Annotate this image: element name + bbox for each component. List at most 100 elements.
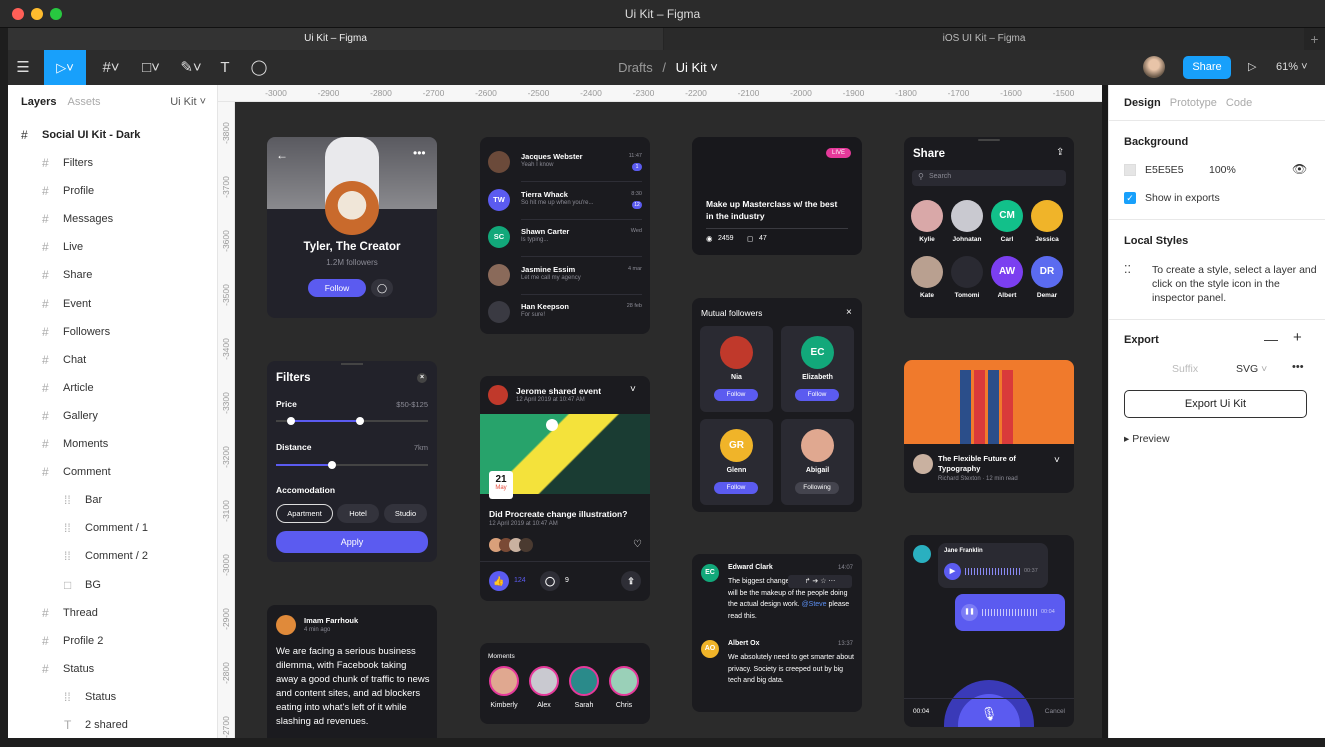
layer-item[interactable]: # Comment xyxy=(8,458,218,486)
moment-avatar[interactable] xyxy=(529,666,559,696)
share-person-avatar[interactable]: DR xyxy=(1031,256,1063,288)
incoming-voice-message[interactable]: Jane Franklin ▶ 00:37 xyxy=(938,543,1048,588)
price-min-handle[interactable] xyxy=(287,417,296,425)
tab-ui-kit[interactable]: Ui Kit – Figma xyxy=(8,28,663,50)
follow-button[interactable]: Follow xyxy=(308,279,366,297)
layer-item[interactable]: # Messages xyxy=(8,205,218,233)
main-menu-icon[interactable]: ☰ xyxy=(8,50,38,85)
messages-card[interactable]: TW SC Jacques Webster Yeah I know 11:47 1 Tier… xyxy=(480,137,650,334)
follower-tile[interactable]: Nia Follow xyxy=(700,326,773,412)
layer-item[interactable]: # Live xyxy=(8,233,218,261)
event-card[interactable]: Jerome shared event 12 April 2019 at 10:… xyxy=(480,376,650,601)
layer-item[interactable]: ⁞⁞ Status xyxy=(8,683,218,711)
tab-design[interactable]: Design xyxy=(1124,97,1161,109)
voice-chat-card[interactable]: Jane Franklin ▶ 00:37 ❚❚ 00:04 🎙 00:04 C… xyxy=(904,535,1074,727)
price-max-handle[interactable] xyxy=(355,417,364,425)
layer-item[interactable]: ⁞⁞ Comment / 1 xyxy=(8,514,218,542)
apply-button[interactable]: Apply xyxy=(276,531,428,553)
play-icon[interactable]: ▶ xyxy=(944,563,961,580)
mutual-followers-card[interactable]: Mutual followers × Nia Follow EC Elizabeth F… xyxy=(692,298,862,512)
tab-code[interactable]: Code xyxy=(1226,97,1252,109)
moment-avatar[interactable] xyxy=(489,666,519,696)
export-button[interactable]: Export Ui Kit xyxy=(1124,390,1307,418)
layer-item[interactable]: ⁞⁞ Comment / 2 xyxy=(8,542,218,570)
back-arrow-icon[interactable]: ← xyxy=(276,148,288,162)
follower-tile[interactable]: Abigail Following xyxy=(781,419,854,505)
layer-item[interactable]: ⁞⁞ Bar xyxy=(8,486,218,514)
thread-card[interactable]: EC Edward Clark 14:07 The biggest change… xyxy=(692,554,862,712)
profile-card[interactable]: ← ••• Tyler, The Creator 1.2M followers … xyxy=(267,137,437,318)
outgoing-voice-message[interactable]: ❚❚ 00:04 xyxy=(955,594,1065,631)
follower-tile[interactable]: GR Glenn Follow xyxy=(700,419,773,505)
chevron-down-icon[interactable]: ˅ xyxy=(1054,455,1060,466)
layer-item[interactable]: # Event xyxy=(8,290,218,318)
share-person-avatar[interactable] xyxy=(911,200,943,232)
pen-tool-icon[interactable]: ✎˅ xyxy=(174,50,208,85)
layer-item[interactable]: # Status xyxy=(8,655,218,683)
layer-item[interactable]: # Article xyxy=(8,374,218,402)
layer-item[interactable]: # Profile xyxy=(8,177,218,205)
like-icon[interactable]: 👍 xyxy=(489,571,509,591)
tab-assets[interactable]: Assets xyxy=(68,96,101,108)
background-opacity[interactable]: 100% xyxy=(1209,164,1236,176)
moment-avatar[interactable] xyxy=(609,666,639,696)
filters-card[interactable]: Filters × Price $50-$125 Distance 7km Ac… xyxy=(267,361,437,562)
add-export-icon[interactable]: + xyxy=(1293,329,1302,346)
pause-icon[interactable]: ❚❚ xyxy=(961,604,978,621)
layer-item[interactable]: # Gallery xyxy=(8,402,218,430)
price-slider-track[interactable] xyxy=(276,417,428,425)
share-button[interactable]: Share xyxy=(1183,56,1231,79)
layer-item[interactable]: T 2 shared xyxy=(8,711,218,739)
chevron-down-icon[interactable]: ˅ xyxy=(630,384,636,395)
reaction-toolbar[interactable]: ↱ ➔ ☆ ⋯ xyxy=(788,575,852,588)
follow-button[interactable]: Follow xyxy=(714,389,758,401)
more-options-icon[interactable]: ••• xyxy=(1292,361,1304,373)
remove-export-icon[interactable]: — xyxy=(1264,331,1278,347)
moment-avatar[interactable] xyxy=(569,666,599,696)
tab-layers[interactable]: Layers xyxy=(21,96,56,108)
upload-icon[interactable]: ⇪ xyxy=(1056,147,1064,158)
tab-prototype[interactable]: Prototype xyxy=(1170,97,1217,109)
follow-button[interactable]: Follow xyxy=(795,389,839,401)
follow-button[interactable]: Following xyxy=(795,482,839,494)
breadcrumb-parent[interactable]: Drafts xyxy=(618,60,653,75)
option-studio[interactable]: Studio xyxy=(384,504,427,523)
share-card[interactable]: Share ⇪ ⚲ Search Kylie Johnatan CM Carl Jess… xyxy=(904,137,1074,318)
close-window-button[interactable] xyxy=(12,8,24,20)
follower-tile[interactable]: EC Elizabeth Follow xyxy=(781,326,854,412)
share-person-avatar[interactable]: AW xyxy=(991,256,1023,288)
shape-tool-icon[interactable]: □˅ xyxy=(134,50,168,85)
canvas[interactable]: ← ••• Tyler, The Creator 1.2M followers … xyxy=(235,102,1102,738)
preview-toggle[interactable]: ▸ Preview xyxy=(1124,433,1170,445)
zoom-dropdown[interactable]: 61% ˅ xyxy=(1276,50,1308,85)
share-person-avatar[interactable] xyxy=(1031,200,1063,232)
option-apartment[interactable]: Apartment xyxy=(276,504,333,523)
message-icon[interactable]: ◯ xyxy=(371,279,393,297)
minimize-window-button[interactable] xyxy=(31,8,43,20)
comment-icon[interactable]: ◯ xyxy=(540,571,560,591)
present-icon[interactable]: ▷ xyxy=(1248,50,1256,85)
comment-tool-icon[interactable]: ◯ xyxy=(248,50,270,85)
more-options-icon[interactable]: ••• xyxy=(413,146,426,160)
layer-root[interactable]: # Social UI Kit - Dark xyxy=(8,121,218,149)
comment-card[interactable]: Imam Farrhouk 4 min ago We are facing a … xyxy=(267,605,437,738)
file-name[interactable]: Ui Kit xyxy=(676,60,707,75)
chevron-down-icon[interactable]: ˅ xyxy=(707,60,718,75)
background-hex[interactable]: E5E5E5 xyxy=(1145,164,1184,176)
cancel-button[interactable]: Cancel xyxy=(1045,708,1065,715)
frame-tool-icon[interactable]: #˅ xyxy=(94,50,128,85)
drag-handle[interactable] xyxy=(341,363,363,365)
option-hotel[interactable]: Hotel xyxy=(337,504,379,523)
text-tool-icon[interactable]: T xyxy=(214,50,236,85)
maximize-window-button[interactable] xyxy=(50,8,62,20)
layer-item[interactable]: # Moments xyxy=(8,430,218,458)
avatar[interactable] xyxy=(1143,56,1165,78)
share-icon[interactable]: ⇪ xyxy=(621,571,641,591)
layer-item[interactable]: # Followers xyxy=(8,318,218,346)
heart-icon[interactable]: ♡ xyxy=(633,539,642,550)
live-card[interactable]: LIVE Make up Masterclass w/ the best in … xyxy=(692,137,862,255)
layer-item[interactable]: # Profile 2 xyxy=(8,627,218,655)
checkbox-icon[interactable]: ✓ xyxy=(1124,192,1136,204)
follow-button[interactable]: Follow xyxy=(714,482,758,494)
page-selector[interactable]: Ui Kit ˅ xyxy=(170,96,206,108)
